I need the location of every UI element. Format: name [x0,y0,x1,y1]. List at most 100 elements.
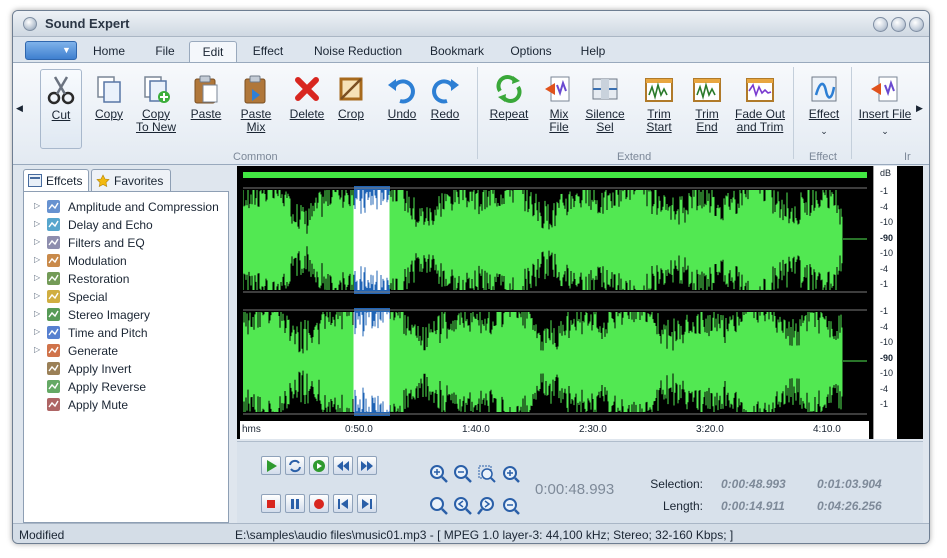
expand-arrow-icon[interactable]: ▷ [34,273,40,282]
waveform-channel-right[interactable] [242,308,867,416]
go-to-end-button[interactable] [357,494,377,513]
group-divider [477,67,478,159]
waveform-path [242,190,867,290]
zoom-in-horizontal-icon[interactable] [429,464,449,484]
zoom-left-icon[interactable] [453,496,473,516]
tab-bookmark[interactable]: Bookmark [421,41,493,62]
expand-arrow-icon[interactable]: ▷ [34,201,40,210]
paste-button[interactable]: Paste [185,69,227,149]
trim-end-label-2: End [696,120,718,134]
pause-icon [291,499,299,509]
expand-arrow-icon[interactable]: ▷ [34,327,40,336]
scissors-icon [47,76,75,105]
app-menu-button[interactable]: ▼ [25,41,77,60]
effect-label: Effect [808,107,840,121]
waveform-editor[interactable]: hms 0:50.0 1:40.0 2:30.0 3:20.0 4:10.0 d… [237,166,923,439]
rewind-button[interactable] [333,456,353,475]
waveform-channel-left[interactable] [242,186,867,294]
zoom-full-icon[interactable] [429,496,449,516]
menu-bar: ▼ Home File Edit Effect Noise Reduction … [13,38,929,62]
tab-help[interactable]: Help [571,41,615,62]
play-selection-button[interactable] [309,456,329,475]
insert-file-button[interactable]: Insert File ⌄ [857,69,913,149]
fade-out-label-2: and Trim [736,120,784,134]
maximize-button[interactable] [891,17,906,32]
paste-mix-button[interactable]: Paste Mix [235,69,277,149]
cut-label: Cut [51,108,71,122]
tab-home[interactable]: Home [83,41,135,62]
delete-button[interactable]: Delete [287,69,327,149]
paste-label: Paste [190,107,222,121]
zoom-out-vertical-icon[interactable] [501,496,521,516]
main-window: Sound Expert ▼ Home File Edit Effect Noi… [12,10,930,544]
selection-label: Selection: [650,477,703,491]
dropdown-arrow-icon: ▼ [62,45,71,55]
expand-arrow-icon[interactable]: ▷ [34,237,40,246]
copy-to-new-button[interactable]: Copy To New [133,69,179,149]
length-label: Length: [662,499,703,513]
amplitude-icon [47,200,60,213]
transport-panel: 0:00:48.993 Selection: Length: 0:00:48.9… [237,441,923,523]
pause-button[interactable] [285,494,305,513]
tab-effect[interactable]: Effect [243,41,293,62]
expand-arrow-icon[interactable]: ▷ [34,309,40,318]
status-file-info: E:\samples\audio files\music01.mp3 - [ M… [235,528,734,542]
crop-icon [339,77,363,101]
waveform-left[interactable] [242,186,867,294]
close-button[interactable] [909,17,924,32]
tab-options[interactable]: Options [501,41,561,62]
tab-effects[interactable]: Effcets [23,169,89,192]
ribbon-scroll-right-icon[interactable]: ▶ [916,103,923,114]
expand-arrow-icon[interactable]: ▷ [34,219,40,228]
copy-to-new-label-2: To New [135,120,176,134]
effect-button[interactable]: Effect ⌄ [803,69,845,149]
group-label-insert: Ir [904,151,911,163]
undo-label: Undo [387,107,417,121]
ribbon-scroll-left-icon[interactable]: ◀ [16,103,23,114]
db-tick-label: -4 [880,383,889,394]
expand-arrow-icon[interactable]: ▷ [34,291,40,300]
fade-out-icon [746,78,774,102]
waveform-right[interactable] [242,308,867,416]
zoom-right-icon[interactable] [477,496,497,516]
db-tick-label: -1 [880,306,889,316]
trim-start-button[interactable]: Trim Start [639,69,679,149]
go-to-start-button[interactable] [333,494,353,513]
paste-mix-label-2: Mix [246,120,266,134]
undo-button[interactable]: Undo [382,69,422,149]
play-button[interactable] [261,456,281,475]
minimize-button[interactable] [873,17,888,32]
tab-noise-reduction[interactable]: Noise Reduction [303,41,413,62]
db-scale: dB -1 -4 -10 -90 -10 -4 -1 -1 -4 -10 -90 -10 -4 -1 [873,166,897,439]
overview-bar[interactable] [243,172,867,178]
tab-file[interactable]: File [141,41,189,62]
expand-arrow-icon[interactable]: ▷ [34,345,40,354]
copy-button[interactable]: Copy [89,69,129,149]
record-button[interactable] [309,494,329,513]
zoom-selection-icon[interactable] [477,464,497,484]
time-pitch-icon [47,326,60,339]
repeat-button[interactable]: Repeat [487,69,531,149]
trim-end-button[interactable]: Trim End [687,69,727,149]
reverse-icon [47,380,60,393]
effects-tab-icon [28,174,42,187]
crop-button[interactable]: Crop [331,69,371,149]
cut-button[interactable]: Cut [40,69,82,149]
silence-sel-button[interactable]: Silence Sel [585,69,625,149]
redo-button[interactable]: Redo [425,69,465,149]
loop-button[interactable] [285,456,305,475]
tab-favorites[interactable]: Favorites [91,169,171,191]
repeat-label: Repeat [489,107,529,121]
status-bar: Modified E:\samples\audio files\music01.… [13,523,929,543]
fast-forward-button[interactable] [357,456,377,475]
mix-file-button[interactable]: Mix File [539,69,579,149]
stop-button[interactable] [261,494,281,513]
expand-arrow-icon[interactable]: ▷ [34,255,40,264]
zoom-out-horizontal-icon[interactable] [453,464,473,484]
tab-edit[interactable]: Edit [189,41,237,62]
zoom-in-vertical-icon[interactable] [501,464,521,484]
filter-icon [47,236,60,249]
fade-out-trim-button[interactable]: Fade Out and Trim [733,69,787,149]
app-orb-icon[interactable] [23,17,37,31]
db-tick-label: -10 [880,368,894,378]
